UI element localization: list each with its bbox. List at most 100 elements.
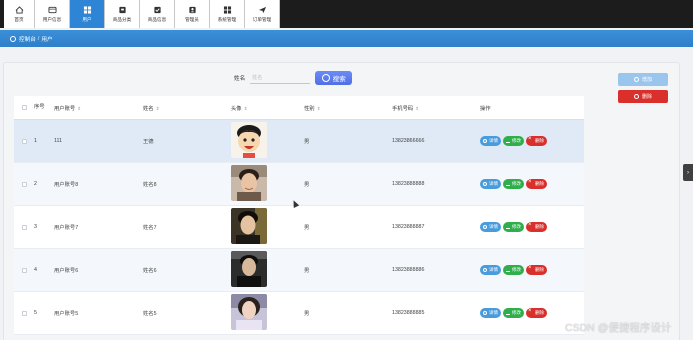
row-checkbox[interactable] [21, 267, 27, 273]
search-button[interactable]: 搜索 [315, 71, 353, 85]
sort-icon: ⇕ [316, 105, 321, 111]
nav-item-system[interactable]: 系统管理 [210, 0, 245, 28]
nav-label: 商品信息 [147, 16, 167, 22]
header-account-label: 用户账号 [54, 105, 76, 112]
remove-button[interactable]: 删除 [526, 222, 547, 232]
table-row[interactable]: 5 用户账号5 姓名5 男 13823888885 详情 修改 删除 [14, 292, 584, 335]
row-phone: 13823866666 [392, 138, 425, 144]
header-index: 序号 [34, 104, 45, 110]
header-gender[interactable]: 性别 ⇕ [304, 104, 392, 112]
remove-button-label: 删除 [535, 224, 544, 229]
nav-item-product-info[interactable]: 商品信息 [140, 0, 175, 28]
sort-icon: ⇕ [155, 105, 160, 111]
table-row[interactable]: 4 用户账号6 姓名6 男 13823888886 详情 修改 删除 [14, 249, 584, 292]
view-button[interactable]: 详情 [480, 136, 501, 146]
header-name[interactable]: 姓名 ⇕ [143, 104, 231, 112]
row-actions: 详情 修改 删除 [480, 179, 584, 189]
search-label: 姓名 [234, 76, 246, 82]
id-card-icon [48, 6, 56, 13]
view-button[interactable]: 详情 [480, 222, 501, 232]
nav-label: 管理员 [185, 16, 199, 22]
remove-button[interactable]: 删除 [526, 265, 547, 275]
table-row[interactable]: 3 用户账号7 姓名7 男 13823888887 详情 修改 删除 [14, 206, 584, 249]
edit-button[interactable]: 修改 [503, 265, 524, 275]
search-button-label: 搜索 [332, 76, 346, 83]
row-name: 姓名5 [143, 311, 157, 317]
remove-button[interactable]: 删除 [526, 308, 547, 318]
table-row[interactable]: 1 111 王德 男 13823866666 详情 修改 删除 [14, 120, 584, 163]
search-bar: 姓名 搜索 [234, 71, 353, 85]
close-icon [528, 265, 533, 272]
top-navigation: 首页 用户信息 用户 商品分类 商品信息 管理员 系统管理 订单管理 [0, 0, 693, 28]
edit-icon [506, 225, 510, 229]
view-button[interactable]: 详情 [480, 308, 501, 318]
avatar [231, 208, 267, 244]
row-checkbox[interactable] [21, 224, 27, 230]
row-index: 4 [34, 267, 37, 273]
checkbox-icon [153, 6, 161, 13]
delete-button[interactable]: 删除 [618, 90, 668, 103]
view-button-label: 详情 [489, 267, 498, 272]
row-checkbox[interactable] [21, 181, 27, 187]
close-icon [528, 136, 533, 143]
edit-button[interactable]: 修改 [503, 179, 524, 189]
table-header: 序号 用户账号 ⇕ 姓名 ⇕ 头像 ⇕ 性别 ⇕ 手机号码 ⇕ 操作 [14, 96, 584, 120]
header-avatar[interactable]: 头像 ⇕ [231, 104, 304, 112]
breadcrumb-home[interactable]: 控制台 [19, 35, 36, 43]
nav-item-orders[interactable]: 订单管理 [245, 0, 280, 28]
nav-item-users[interactable]: 用户 [70, 0, 105, 28]
view-button[interactable]: 详情 [480, 179, 501, 189]
edit-button[interactable]: 修改 [503, 136, 524, 146]
delete-button-label: 删除 [641, 94, 652, 100]
row-checkbox-cell [14, 181, 34, 187]
close-icon [528, 308, 533, 315]
breadcrumb-separator: / [37, 35, 40, 42]
close-icon [528, 222, 533, 229]
eye-icon [483, 225, 487, 229]
row-account: 用户账号8 [54, 182, 79, 188]
row-actions: 详情 修改 删除 [480, 222, 584, 232]
user-table: 序号 用户账号 ⇕ 姓名 ⇕ 头像 ⇕ 性别 ⇕ 手机号码 ⇕ 操作 1 111 王德 男… [14, 96, 584, 335]
edit-button-label: 修改 [512, 224, 521, 229]
header-account[interactable]: 用户账号 ⇕ [54, 104, 143, 112]
row-index: 3 [34, 224, 37, 230]
sort-icon: ⇕ [77, 105, 81, 111]
row-name: 王德 [143, 139, 154, 145]
remove-button[interactable]: 删除 [526, 179, 547, 189]
edit-button-label: 修改 [512, 138, 521, 143]
remove-button[interactable]: 删除 [526, 136, 547, 146]
row-gender: 男 [304, 139, 310, 145]
edit-button[interactable]: 修改 [503, 308, 524, 318]
row-checkbox[interactable] [21, 138, 27, 144]
nav-item-admin[interactable]: 管理员 [175, 0, 210, 28]
table-row[interactable]: 2 用户账号8 姓名8 男 13823888888 详情 修改 删除 [14, 163, 584, 206]
header-phone[interactable]: 手机号码 ⇕ [392, 104, 480, 112]
nav-item-home[interactable]: 首页 [4, 0, 35, 28]
add-button[interactable]: 增加 [618, 73, 668, 86]
search-input[interactable] [250, 72, 311, 84]
home-icon [15, 5, 23, 14]
side-collapse-tab[interactable]: › [683, 164, 693, 181]
nav-label: 系统管理 [217, 16, 237, 22]
remove-button-label: 删除 [535, 181, 544, 186]
select-all-checkbox[interactable] [21, 105, 27, 110]
nav-item-product-category[interactable]: 商品分类 [105, 0, 140, 28]
edit-button-label: 修改 [512, 181, 521, 186]
view-button[interactable]: 详情 [480, 265, 501, 275]
add-button-label: 增加 [641, 77, 652, 83]
edit-button-label: 修改 [512, 310, 521, 315]
row-name: 姓名6 [143, 268, 157, 274]
edit-icon [506, 268, 510, 272]
row-phone: 13823888888 [392, 181, 425, 187]
breadcrumb: 控制台 / 用户 [0, 30, 693, 47]
edit-button[interactable]: 修改 [503, 222, 524, 232]
row-name: 姓名7 [143, 225, 157, 231]
nav-label: 用户 [82, 16, 92, 22]
row-phone: 13823888885 [392, 310, 425, 316]
edit-icon [506, 139, 510, 143]
minus-icon [633, 94, 639, 99]
nav-item-user-info[interactable]: 用户信息 [35, 0, 70, 28]
row-account: 用户账号7 [54, 225, 79, 231]
row-checkbox[interactable] [21, 310, 27, 316]
eye-icon [483, 182, 487, 186]
